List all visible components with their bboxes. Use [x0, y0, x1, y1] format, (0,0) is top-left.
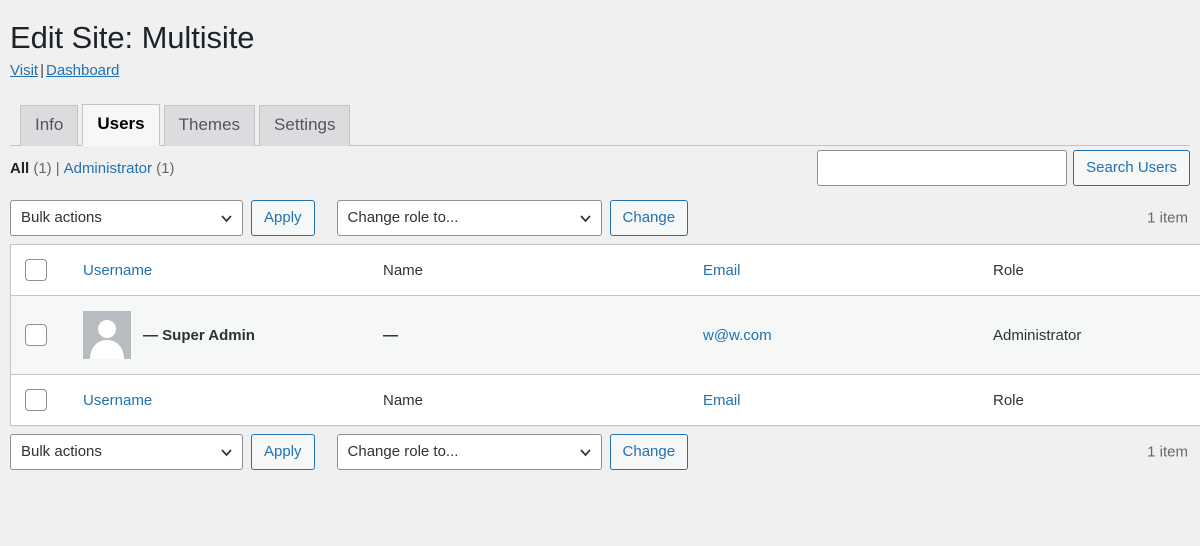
- column-footer-email: Email: [703, 374, 993, 426]
- cell-email: w@w.com: [703, 295, 993, 375]
- apply-button-top[interactable]: Apply: [251, 200, 315, 237]
- change-role-button-bottom[interactable]: Change: [609, 434, 689, 471]
- role-text: Administrator: [993, 326, 1082, 344]
- table-body: — Super Admin — w@w.com Administrator: [10, 295, 1200, 375]
- row-select-cell: [10, 295, 83, 375]
- page-title: Edit Site: Multisite: [10, 20, 255, 55]
- change-role-button-top[interactable]: Change: [609, 200, 689, 237]
- links-separator: |: [40, 62, 44, 80]
- email-link[interactable]: w@w.com: [703, 327, 772, 344]
- apply-button-bottom[interactable]: Apply: [251, 434, 315, 471]
- dashboard-link[interactable]: Dashboard: [46, 62, 119, 79]
- displaying-num-top: 1 item: [1147, 209, 1188, 227]
- table-header-row: Username Name Email Role: [10, 244, 1200, 297]
- filter-administrator[interactable]: Administrator: [64, 160, 152, 177]
- change-role-select-top[interactable]: Change role to...: [336, 200, 602, 237]
- tab-themes[interactable]: Themes: [163, 104, 256, 147]
- change-role-value-bottom: Change role to...: [347, 443, 459, 461]
- chevron-down-icon: [221, 447, 232, 458]
- tab-bar: Info Users Themes Settings: [10, 101, 1190, 147]
- search-box: Search Users: [817, 150, 1190, 187]
- displaying-num-bottom: 1 item: [1147, 443, 1188, 461]
- filter-administrator-count: (1): [156, 160, 175, 178]
- table-head: Username Name Email Role: [10, 244, 1200, 297]
- column-header-email: Email: [703, 244, 993, 297]
- chevron-down-icon: [579, 447, 591, 458]
- select-all-footer: [10, 374, 83, 426]
- column-header-username: Username: [83, 244, 383, 297]
- column-header-name: Name: [383, 244, 703, 297]
- visit-link[interactable]: Visit: [10, 62, 38, 79]
- select-all-checkbox-bottom[interactable]: [25, 389, 47, 412]
- filter-all-count: (1): [33, 160, 52, 178]
- chevron-down-icon: [579, 213, 591, 224]
- sort-email-link-top[interactable]: Email: [703, 262, 741, 279]
- filter-all[interactable]: All: [10, 160, 29, 177]
- status-filter-links: All (1) | Administrator (1): [10, 160, 174, 177]
- admin-page: Edit Site: Multisite Visit | Dashboard Inf…: [0, 0, 1200, 546]
- sort-username-link-top[interactable]: Username: [83, 262, 152, 279]
- cell-role: Administrator: [993, 295, 1200, 375]
- tab-users[interactable]: Users: [82, 103, 160, 147]
- column-footer-name: Name: [383, 374, 703, 426]
- name-text: —: [383, 326, 398, 344]
- bulk-actions-value-top: Bulk actions: [21, 209, 102, 227]
- bulk-actions-select-bottom[interactable]: Bulk actions: [10, 434, 243, 471]
- username-text: — Super Admin: [143, 326, 255, 344]
- user-cell: — Super Admin: [83, 311, 383, 360]
- column-header-role: Role: [993, 244, 1200, 297]
- change-role-value-top: Change role to...: [347, 209, 459, 227]
- bulk-actions-select-top[interactable]: Bulk actions: [10, 200, 243, 237]
- cell-name: —: [383, 295, 703, 375]
- tablenav-bottom: Bulk actions Apply Change role to... Cha…: [10, 426, 1190, 478]
- column-footer-role: Role: [993, 374, 1200, 426]
- users-table: Username Name Email Role — Super Admin —…: [10, 244, 1200, 427]
- column-footer-username: Username: [83, 374, 383, 426]
- search-input[interactable]: [817, 150, 1068, 187]
- select-all-header: [10, 244, 83, 297]
- tablenav-top: Bulk actions Apply Change role to... Cha…: [10, 192, 1190, 244]
- filter-row: All (1) | Administrator (1) Search Users: [10, 146, 1190, 192]
- filter-divider: |: [55, 160, 60, 178]
- chevron-down-icon: [221, 213, 232, 224]
- sort-username-link-bottom[interactable]: Username: [83, 392, 152, 409]
- select-all-checkbox-top[interactable]: [25, 259, 47, 282]
- sort-email-link-bottom[interactable]: Email: [703, 392, 741, 409]
- avatar: [83, 311, 131, 360]
- cell-username: — Super Admin: [83, 295, 383, 375]
- tab-info[interactable]: Info: [20, 104, 79, 147]
- table-row: — Super Admin — w@w.com Administrator: [10, 295, 1200, 375]
- site-links: Visit | Dashboard: [10, 62, 1190, 79]
- search-users-button[interactable]: Search Users: [1073, 150, 1190, 187]
- change-role-select-bottom[interactable]: Change role to...: [336, 434, 602, 471]
- table-footer-row: Username Name Email Role: [10, 374, 1200, 426]
- row-checkbox[interactable]: [25, 324, 47, 347]
- tab-settings[interactable]: Settings: [259, 104, 351, 147]
- table-foot: Username Name Email Role: [10, 374, 1200, 426]
- bulk-actions-value-bottom: Bulk actions: [21, 443, 102, 461]
